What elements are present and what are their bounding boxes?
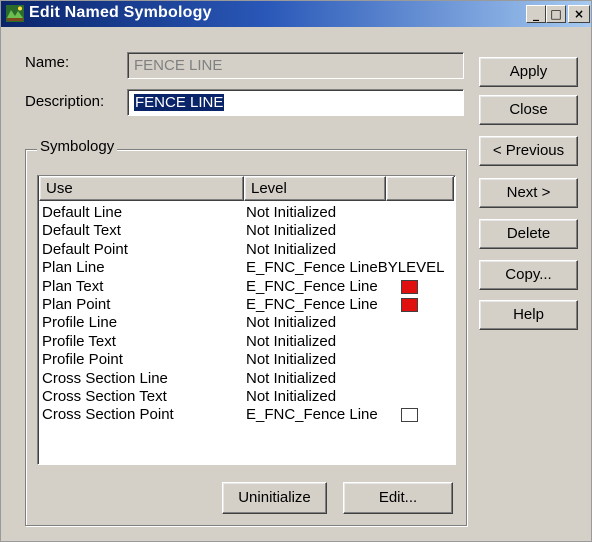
delete-button[interactable]: Delete — [479, 219, 578, 249]
row-level: Not Initialized — [246, 351, 337, 369]
table-row[interactable]: Cross Section Line Not Initialized — [38, 369, 454, 387]
row-use: Profile Text — [42, 332, 116, 350]
row-use: Default Point — [42, 240, 128, 258]
table-row[interactable]: Default Line Not Initialized — [38, 204, 454, 221]
minimize-button[interactable]: _ — [526, 5, 546, 23]
table-row[interactable]: Plan Line E_FNC_Fence LineBYLEVEL — [38, 259, 454, 277]
apply-button[interactable]: Apply — [479, 57, 578, 87]
row-level: E_FNC_Fence Line — [246, 296, 378, 313]
close-window-button[interactable]: × — [568, 5, 590, 23]
row-level: E_FNC_Fence LineBYLEVEL — [246, 259, 445, 277]
name-label: Name: — [25, 54, 70, 71]
edit-named-symbology-dialog: Edit Named Symbology _ □ × Name: FENCE L… — [0, 0, 592, 542]
color-swatch — [401, 298, 418, 312]
name-value: FENCE LINE — [134, 57, 223, 74]
row-level: Not Initialized — [246, 314, 337, 332]
window-title: Edit Named Symbology — [29, 4, 212, 21]
close-icon: × — [573, 7, 585, 21]
title-bar[interactable]: Edit Named Symbology _ □ × — [1, 1, 591, 27]
color-swatch — [401, 279, 418, 294]
column-header-use[interactable]: Use — [39, 176, 244, 201]
row-level: Not Initialized — [246, 222, 337, 240]
row-use: Plan Line — [42, 259, 105, 277]
name-field[interactable]: FENCE LINE — [127, 52, 464, 79]
column-header-extra[interactable] — [386, 176, 454, 201]
table-row[interactable]: Cross Section Text Not Initialized — [38, 388, 454, 405]
description-field[interactable]: FENCE LINE — [127, 89, 464, 116]
symbology-group-label: Symbology — [37, 138, 118, 155]
next-button[interactable]: Next > — [479, 178, 578, 208]
table-row[interactable]: Profile Line Not Initialized — [38, 314, 454, 332]
row-level: Not Initialized — [246, 204, 337, 221]
table-row[interactable]: Profile Text Not Initialized — [38, 332, 454, 350]
row-use: Plan Text — [42, 277, 104, 295]
column-header-level[interactable]: Level — [244, 176, 386, 201]
row-use: Plan Point — [42, 296, 111, 313]
table-row[interactable]: Default Text Not Initialized — [38, 222, 454, 240]
table-row[interactable]: Plan Point E_FNC_Fence Line — [38, 296, 454, 313]
description-value: FENCE LINE — [134, 94, 225, 111]
row-level: E_FNC_Fence Line — [246, 406, 378, 424]
maximize-button[interactable]: □ — [546, 5, 566, 23]
help-button[interactable]: Help — [479, 300, 578, 330]
maximize-icon: □ — [550, 7, 562, 21]
table-row[interactable]: Default Point Not Initialized — [38, 240, 454, 258]
description-label: Description: — [25, 93, 105, 110]
row-use: Profile Line — [42, 314, 118, 332]
row-level: Not Initialized — [246, 369, 337, 387]
table-row[interactable]: Profile Point Not Initialized — [38, 351, 454, 369]
table-row[interactable]: Plan Text E_FNC_Fence Line — [38, 277, 454, 295]
row-level: Not Initialized — [246, 388, 337, 405]
table-row[interactable]: Cross Section Point E_FNC_Fence Line — [38, 406, 454, 424]
row-level: Not Initialized — [246, 332, 337, 350]
uninitialize-button[interactable]: Uninitialize — [222, 482, 327, 514]
row-use: Profile Point — [42, 351, 123, 369]
row-use: Cross Section Point — [42, 406, 174, 424]
close-button[interactable]: Close — [479, 95, 578, 125]
row-use: Default Line — [42, 204, 123, 221]
row-use: Cross Section Text — [42, 388, 167, 405]
row-use: Default Text — [42, 222, 121, 240]
copy-button[interactable]: Copy... — [479, 260, 578, 290]
edit-button[interactable]: Edit... — [343, 482, 453, 514]
previous-button[interactable]: < Previous — [479, 136, 578, 166]
color-swatch — [401, 408, 418, 423]
row-level: E_FNC_Fence Line — [246, 277, 378, 295]
row-level: Not Initialized — [246, 240, 337, 258]
symbology-list[interactable]: Use Level Default Line Not Initialized Def… — [37, 175, 456, 465]
app-icon — [6, 5, 24, 22]
row-use: Cross Section Line — [42, 369, 168, 387]
minimize-icon: _ — [533, 7, 539, 21]
